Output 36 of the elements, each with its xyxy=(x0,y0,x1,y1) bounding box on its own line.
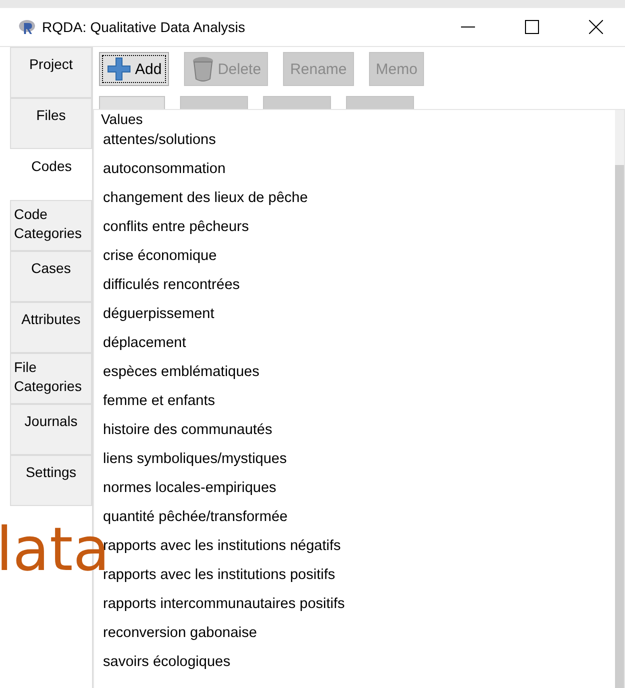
plus-icon xyxy=(106,56,132,82)
close-icon xyxy=(589,20,603,34)
tab[interactable]: Code Categories xyxy=(10,200,92,251)
list-item[interactable]: attentes/solutions xyxy=(103,127,603,156)
list-item[interactable]: liens symboliques/mystiques xyxy=(103,446,603,475)
list-item[interactable]: quantité pêchée/transformée xyxy=(103,504,603,533)
list-item[interactable]: espèces emblématiques xyxy=(103,359,603,388)
list-item[interactable]: rapports avec les institutions négatifs xyxy=(103,533,603,562)
list-item[interactable]: histoire des communautés xyxy=(103,417,603,446)
list-item[interactable]: rapports intercommunautaires positifs xyxy=(103,591,603,620)
tab[interactable]: File Categories xyxy=(10,353,92,404)
list-item[interactable]: crise économique xyxy=(103,243,603,272)
app-logo-icon xyxy=(18,18,36,36)
minimize-icon xyxy=(461,26,475,28)
list-item[interactable]: femme et enfants xyxy=(103,388,603,417)
list-item[interactable]: difficulés rencontrées xyxy=(103,272,603,301)
list-item[interactable]: autoconsommation xyxy=(103,156,603,185)
tab[interactable]: Settings xyxy=(10,455,92,506)
tab[interactable]: Project xyxy=(10,47,92,98)
list-item[interactable]: savoirs écologiques xyxy=(103,649,603,678)
list-item[interactable]: déguerpissement xyxy=(103,301,603,330)
list-item[interactable]: rapports avec les institutions positifs xyxy=(103,562,603,591)
list-item[interactable]: reconversion gabonaise xyxy=(103,620,603,649)
maximize-icon xyxy=(525,20,539,34)
tab[interactable]: Attributes xyxy=(10,302,92,353)
tab[interactable]: Cases xyxy=(10,251,92,302)
list-item[interactable]: changement des lieux de pêche xyxy=(103,185,603,214)
list-header: Values xyxy=(101,111,143,127)
list-item[interactable]: déplacement xyxy=(103,330,603,359)
list-item[interactable]: conflits entre pêcheurs xyxy=(103,214,603,243)
tab[interactable]: Files xyxy=(10,98,92,149)
trash-icon xyxy=(190,56,215,82)
window-title: RQDA: Qualitative Data Analysis xyxy=(42,19,246,35)
toolbar-button[interactable]: Add xyxy=(99,52,169,86)
list-item[interactable]: normes locales-empiriques xyxy=(103,475,603,504)
tab[interactable]: Journals xyxy=(10,404,92,455)
